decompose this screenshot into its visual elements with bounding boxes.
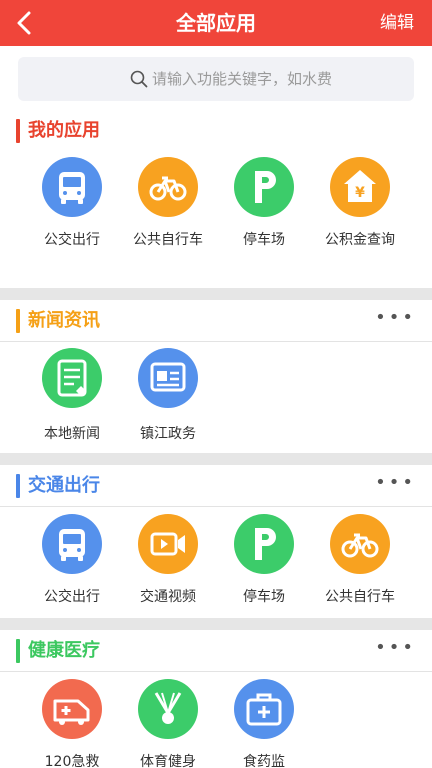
section-accent-bar <box>16 474 20 498</box>
search-input[interactable]: 请输入功能关键字，如水费 <box>18 57 414 101</box>
parking-icon <box>234 157 294 217</box>
more-icon[interactable]: ••• <box>375 466 416 506</box>
section-divider <box>0 288 432 300</box>
app-label: 本地新闻 <box>44 426 100 442</box>
more-icon[interactable]: ••• <box>375 301 416 341</box>
search-icon <box>130 70 148 88</box>
bicycle-icon <box>138 157 198 217</box>
parking-icon <box>234 514 294 574</box>
section-accent-bar <box>16 119 20 143</box>
app-sports-fitness[interactable]: 体育健身 <box>113 679 223 768</box>
app-label: 停车场 <box>243 589 285 605</box>
page-title: 全部应用 <box>176 11 256 35</box>
app-parking[interactable]: 停车场 <box>209 157 319 257</box>
app-label: 120急救 <box>44 754 100 768</box>
bus-icon <box>42 157 102 217</box>
news-icon <box>42 348 102 408</box>
app-zhenjiang-government[interactable]: 镇江政务 <box>113 348 223 448</box>
app-traffic-video[interactable]: 交通视频 <box>113 514 223 614</box>
app-label: 镇江政务 <box>140 426 196 442</box>
app-public-bicycle[interactable]: 公共自行车 <box>113 157 223 257</box>
section-separator <box>0 341 432 342</box>
app-label: 公共自行车 <box>133 232 203 248</box>
section-transport-header: 交通出行 ••• <box>0 466 432 506</box>
bus-icon <box>42 514 102 574</box>
app-label: 体育健身 <box>140 754 196 768</box>
search-placeholder: 请输入功能关键字，如水费 <box>152 70 333 88</box>
app-public-bicycle[interactable]: 公共自行车 <box>305 514 415 614</box>
app-label: 食药监 <box>243 754 285 768</box>
app-housing-fund[interactable]: ¥ 公积金查询 <box>305 157 415 257</box>
section-health-header: 健康医疗 ••• <box>0 631 432 671</box>
app-label: 公交出行 <box>44 589 100 605</box>
section-separator <box>0 671 432 672</box>
ambulance-icon <box>42 679 102 739</box>
section-accent-bar <box>16 639 20 663</box>
more-icon[interactable]: ••• <box>375 631 416 671</box>
app-120-emergency[interactable]: 120急救 <box>17 679 127 768</box>
app-local-news[interactable]: 本地新闻 <box>17 348 127 448</box>
section-divider <box>0 453 432 465</box>
badminton-icon <box>138 679 198 739</box>
app-label: 公共自行车 <box>325 589 395 605</box>
section-title: 我的应用 <box>28 120 100 141</box>
housing-fund-icon: ¥ <box>330 157 390 217</box>
app-food-drug-supervision[interactable]: 食药监 <box>209 679 319 768</box>
section-separator <box>0 506 432 507</box>
section-news-header: 新闻资讯 ••• <box>0 301 432 341</box>
app-bus[interactable]: 公交出行 <box>17 514 127 614</box>
app-label: 停车场 <box>243 232 285 248</box>
medical-kit-icon <box>234 679 294 739</box>
app-label: 公交出行 <box>44 232 100 248</box>
app-bus[interactable]: 公交出行 <box>17 157 127 257</box>
section-accent-bar <box>16 309 20 333</box>
app-label: 公积金查询 <box>325 232 395 248</box>
app-parking[interactable]: 停车场 <box>209 514 319 614</box>
section-title: 健康医疗 <box>28 640 100 661</box>
section-divider <box>0 618 432 630</box>
bicycle-icon <box>330 514 390 574</box>
header-bar: 全部应用 编辑 <box>0 0 432 46</box>
section-title: 新闻资讯 <box>28 310 100 331</box>
section-title: 交通出行 <box>28 475 100 496</box>
app-label: 交通视频 <box>140 589 196 605</box>
video-camera-icon <box>138 514 198 574</box>
svg-text:¥: ¥ <box>355 185 365 201</box>
government-icon <box>138 348 198 408</box>
section-my-apps-header: 我的应用 <box>0 111 432 151</box>
edit-button[interactable]: 编辑 <box>380 0 414 46</box>
